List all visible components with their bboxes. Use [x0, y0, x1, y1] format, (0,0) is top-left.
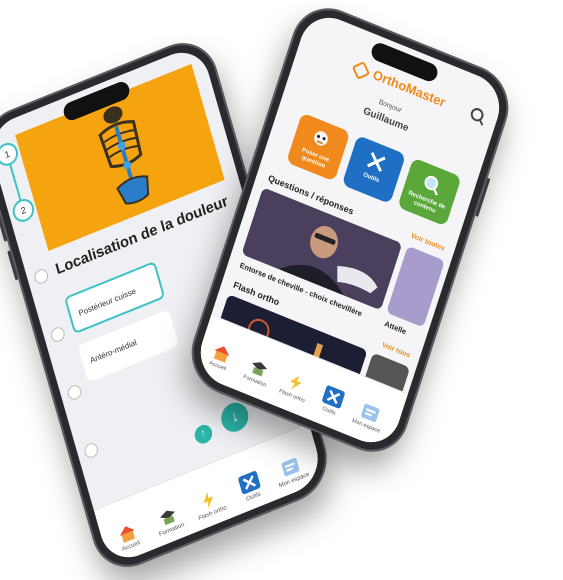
tab-flash-ortho[interactable]: Flash ortho — [274, 369, 315, 406]
robot-icon — [314, 131, 328, 146]
tile-ask-question[interactable]: Poser une question — [286, 112, 351, 182]
volume-button — [0, 211, 8, 242]
step-3[interactable] — [32, 267, 50, 286]
skeleton-icon — [98, 106, 150, 205]
search-content-icon — [424, 175, 439, 196]
power-button — [475, 177, 491, 218]
tab-formation[interactable]: Formation — [237, 354, 278, 391]
orthomaster-logo-icon — [351, 60, 371, 80]
step-connector — [8, 162, 22, 203]
tab-label: Outils — [321, 405, 337, 417]
tab-flash-ortho[interactable]: Flash ortho — [188, 485, 232, 524]
tab-accueil[interactable]: Accueil — [107, 518, 151, 557]
bottom-tab-bar: Accueil Formation Flash ortho Outils Mon… — [93, 422, 326, 567]
step-2[interactable]: 2 — [10, 195, 37, 226]
lightning-icon — [290, 375, 302, 390]
home-screen: OrthoMaster Bonjour Guillaume Poser une … — [192, 8, 508, 452]
phone-mockup-front: OrthoMaster Bonjour Guillaume Poser une … — [181, 0, 519, 464]
step-6[interactable] — [82, 441, 100, 460]
home-icon — [213, 346, 230, 363]
volume-button — [7, 250, 19, 281]
graduation-cap-icon — [252, 362, 268, 377]
search-icon[interactable] — [469, 106, 486, 124]
tile-label: Recherche de contenu — [407, 190, 446, 215]
tab-outils[interactable]: Outils — [311, 382, 353, 421]
back-arrow-button[interactable]: ↑ — [192, 422, 215, 447]
tile-content-search[interactable]: Recherche de contenu — [397, 157, 462, 227]
tab-outils[interactable]: Outils — [228, 466, 273, 507]
tab-mon-espace[interactable]: Mon espace — [270, 452, 314, 491]
tile-label: Outils — [362, 172, 380, 185]
profile-card-icon — [361, 403, 380, 422]
tools-icon — [367, 151, 386, 172]
tab-mon-espace[interactable]: Mon espace — [348, 399, 389, 436]
tab-formation[interactable]: Formation — [147, 501, 191, 540]
qa-card-caption-2: Attelle — [383, 319, 408, 337]
step-progress: 1 2 — [0, 139, 100, 460]
step-4[interactable] — [49, 325, 67, 344]
tab-accueil[interactable]: Accueil — [200, 339, 241, 376]
step-5[interactable] — [66, 383, 83, 402]
tab-label: Outils — [245, 491, 262, 503]
tile-tools[interactable]: Outils — [341, 135, 407, 205]
